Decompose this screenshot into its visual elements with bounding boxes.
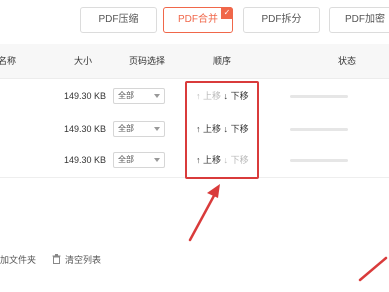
- add-folder-label: 加文件夹: [0, 255, 37, 265]
- clear-list-label: 清空列表: [65, 255, 102, 265]
- clear-list-button[interactable]: 清空列表: [52, 253, 101, 267]
- footer-actions: 加文件夹 清空列表: [0, 246, 389, 276]
- trash-icon: [52, 254, 61, 264]
- add-folder-button[interactable]: 加文件夹: [0, 253, 36, 267]
- annotation-arrow: [188, 184, 220, 242]
